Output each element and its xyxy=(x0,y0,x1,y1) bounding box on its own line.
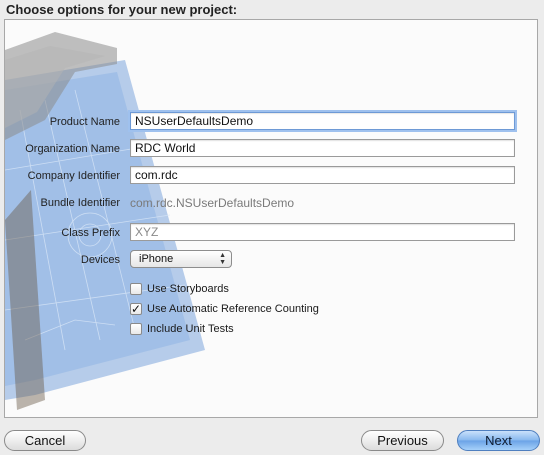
product-name-field[interactable]: NSUserDefaultsDemo xyxy=(130,112,515,130)
bundle-identifier-label: Bundle Identifier xyxy=(40,197,121,209)
dialog-title: Choose options for your new project: xyxy=(6,2,238,17)
include-unit-tests-checkbox[interactable] xyxy=(130,323,142,335)
organization-name-field[interactable]: RDC World xyxy=(130,139,515,157)
company-identifier-label: Company Identifier xyxy=(27,170,120,182)
xcode-hammer-blueprint-icon xyxy=(5,32,205,410)
use-storyboards-checkbox[interactable] xyxy=(130,283,142,295)
devices-popup[interactable]: iPhone ▲ ▼ xyxy=(130,250,232,268)
use-storyboards-option[interactable]: Use Storyboards xyxy=(130,281,229,297)
class-prefix-label: Class Prefix xyxy=(61,227,120,239)
product-name-label: Product Name xyxy=(49,116,120,128)
use-arc-option[interactable]: ✓ Use Automatic Reference Counting xyxy=(130,301,319,317)
next-button[interactable]: Next xyxy=(457,430,540,451)
bundle-identifier-value: com.rdc.NSUserDefaultsDemo xyxy=(130,196,295,210)
include-unit-tests-label: Include Unit Tests xyxy=(147,323,234,335)
include-unit-tests-option[interactable]: Include Unit Tests xyxy=(130,321,234,337)
devices-selected-value: iPhone xyxy=(139,253,174,265)
use-arc-label: Use Automatic Reference Counting xyxy=(147,303,319,315)
cancel-button[interactable]: Cancel xyxy=(4,430,86,451)
options-panel: Product Name NSUserDefaultsDemo Organiza… xyxy=(4,19,538,418)
checkmark-icon: ✓ xyxy=(131,302,142,316)
use-arc-checkbox[interactable]: ✓ xyxy=(130,303,142,315)
devices-label: Devices xyxy=(80,254,120,266)
previous-button[interactable]: Previous xyxy=(361,430,444,451)
organization-name-label: Organization Name xyxy=(25,143,120,155)
up-down-arrows-icon: ▲ ▼ xyxy=(219,252,226,266)
use-storyboards-label: Use Storyboards xyxy=(147,283,229,295)
company-identifier-field[interactable]: com.rdc xyxy=(130,166,515,184)
class-prefix-field[interactable]: XYZ xyxy=(130,223,515,241)
